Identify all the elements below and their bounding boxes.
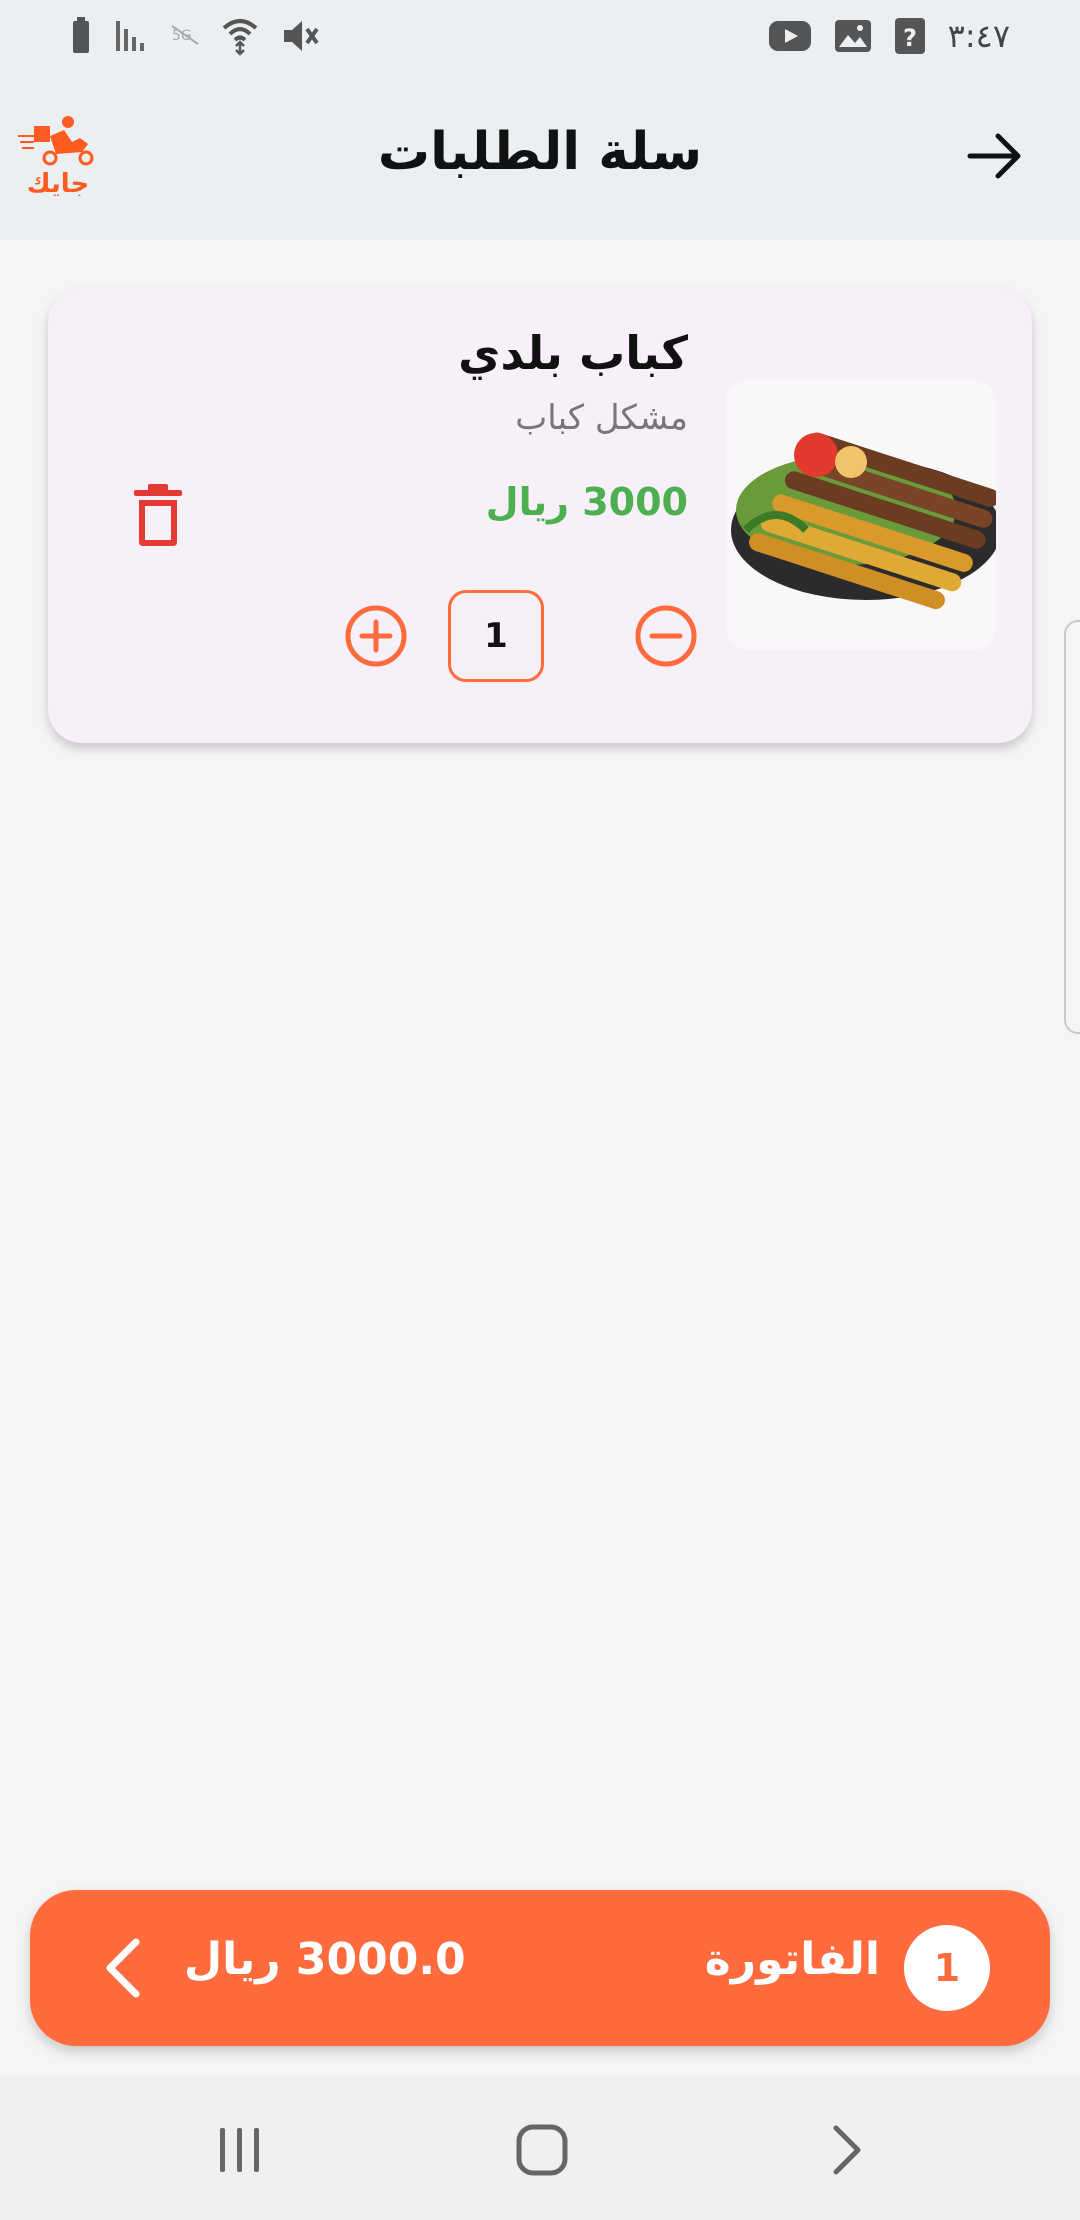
invoice-button[interactable]: 1 الفاتورة 3000.0 ريال xyxy=(30,1890,1050,2046)
status-time: ٣:٤٧ xyxy=(947,17,1010,55)
invoice-total: 3000.0 ريال xyxy=(184,1934,466,1985)
trash-icon xyxy=(134,484,182,546)
increase-quantity-button[interactable] xyxy=(344,604,408,668)
status-bar: 5G ? ٣:٤٧ xyxy=(0,0,1080,72)
plus-circle-icon xyxy=(345,605,407,667)
quantity-stepper: 1 xyxy=(344,590,704,682)
item-name: كباب بلدي xyxy=(458,326,688,380)
page-title: سلة الطلبات xyxy=(377,122,703,182)
recent-apps-icon xyxy=(220,2128,259,2172)
scroll-handle[interactable] xyxy=(1064,620,1080,1034)
back-icon xyxy=(833,2125,861,2175)
arrow-right-icon xyxy=(967,133,1021,179)
mute-icon xyxy=(280,17,320,55)
item-description: مشكل كباب xyxy=(515,398,688,438)
app-bar: جايك سلة الطلبات xyxy=(0,72,1080,240)
gallery-icon xyxy=(834,19,872,53)
item-price: 3000 ريال xyxy=(485,480,688,524)
chevron-left-icon xyxy=(100,1936,146,2000)
cart-screen: 5G ? ٣:٤٧ جايك سلة الطلبات كباب بلدي مشك… xyxy=(0,0,1080,2220)
back-arrow-button[interactable] xyxy=(964,124,1028,188)
invoice-item-count: 1 xyxy=(904,1925,990,2011)
wifi-icon xyxy=(222,16,258,56)
invoice-label: الفاتورة xyxy=(704,1934,880,1985)
decrease-quantity-button[interactable] xyxy=(634,604,698,668)
status-right-icons: ? ٣:٤٧ xyxy=(768,17,1010,55)
system-nav-bar xyxy=(0,2076,1080,2220)
home-icon xyxy=(516,2124,568,2176)
data-off-icon: 5G xyxy=(170,24,200,48)
delete-item-button[interactable] xyxy=(130,484,186,548)
recent-apps-button[interactable] xyxy=(210,2120,270,2180)
help-icon: ? xyxy=(894,17,926,55)
home-button[interactable] xyxy=(512,2120,572,2180)
quantity-value: 1 xyxy=(448,590,544,682)
svg-text:?: ? xyxy=(903,24,917,52)
cart-item-card: كباب بلدي مشكل كباب 3000 ريال 1 xyxy=(48,288,1032,743)
battery-icon xyxy=(70,17,92,55)
minus-circle-icon xyxy=(635,605,697,667)
svg-text:5G: 5G xyxy=(172,28,192,44)
status-left-icons: 5G xyxy=(70,16,320,56)
signal-icon xyxy=(114,19,148,53)
youtube-icon xyxy=(768,20,812,52)
back-button[interactable] xyxy=(816,2120,876,2180)
item-image xyxy=(726,380,996,650)
